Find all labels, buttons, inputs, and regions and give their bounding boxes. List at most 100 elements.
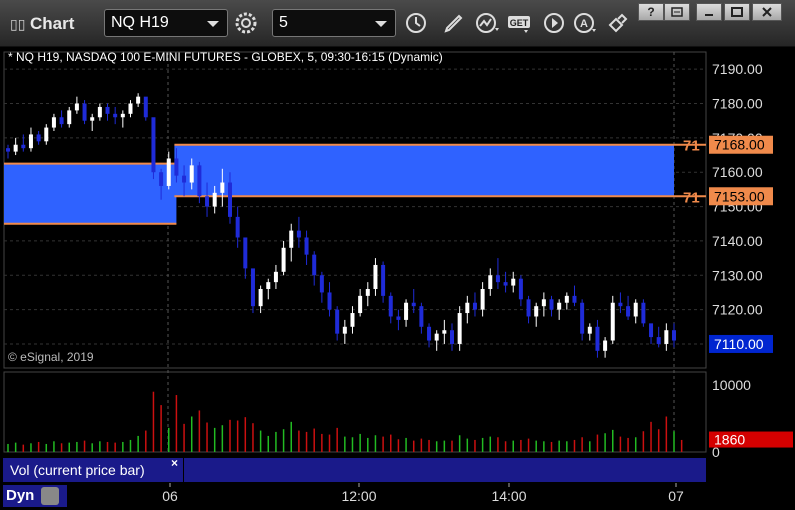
candle-body xyxy=(626,306,631,317)
candle-body xyxy=(174,158,179,176)
candle-body xyxy=(595,326,600,351)
candle-body xyxy=(526,299,531,317)
candle-body xyxy=(381,264,386,296)
candle-body xyxy=(113,113,118,118)
candle-body xyxy=(549,299,554,310)
clock-icon[interactable] xyxy=(402,9,430,37)
price-zone xyxy=(174,144,674,197)
candle-body xyxy=(488,275,493,289)
minimize-icon[interactable] xyxy=(696,3,722,21)
candle-body xyxy=(495,275,500,283)
candle-body xyxy=(373,264,378,289)
last-price-tag: 7110.00 xyxy=(714,336,764,352)
candle-body xyxy=(281,247,286,272)
upper-line-tag: 71 xyxy=(683,138,700,155)
candle-body xyxy=(618,302,623,307)
upper-line-price-tag: 7168.00 xyxy=(714,137,765,153)
candle-body xyxy=(82,103,87,121)
candle-body xyxy=(350,313,355,327)
studies-icon[interactable] xyxy=(474,9,502,37)
candle-body xyxy=(159,172,164,186)
candle-body xyxy=(335,309,340,334)
lower-line-tag: 71 xyxy=(683,189,700,206)
link-icon[interactable] xyxy=(604,9,632,37)
candle-body xyxy=(74,103,79,111)
candle-body xyxy=(587,326,592,334)
candle-body xyxy=(511,278,516,286)
symbol-value: NQ H19 xyxy=(111,14,169,31)
interval-value: 5 xyxy=(279,14,288,31)
candle-body xyxy=(480,289,485,310)
volume-study-label[interactable]: Vol (current price bar) xyxy=(3,458,183,482)
candle-body xyxy=(434,333,439,341)
candle-body xyxy=(67,110,72,125)
get-icon[interactable]: GET xyxy=(506,9,534,37)
candle-body xyxy=(90,117,95,121)
candle-body xyxy=(296,230,301,238)
candle-body xyxy=(258,289,263,307)
candle-body xyxy=(358,295,363,314)
last-volume-tag: 1860 xyxy=(714,432,745,448)
candle-body xyxy=(610,302,615,341)
play-icon[interactable] xyxy=(540,9,568,37)
candle-body xyxy=(289,230,294,248)
candle-body xyxy=(342,326,347,334)
candle-body xyxy=(518,278,523,300)
candle-body xyxy=(388,295,393,317)
candle-body xyxy=(404,302,409,320)
candle-body xyxy=(97,106,102,118)
chart-description: * NQ H19, NASDAQ 100 E-MINI FUTURES - GL… xyxy=(8,50,443,64)
help-icon[interactable]: ? xyxy=(638,3,664,21)
pencil-icon[interactable] xyxy=(440,9,468,37)
chevron-down-icon xyxy=(207,21,219,27)
candle-body xyxy=(319,275,324,293)
candle-body xyxy=(304,237,309,255)
price-tick-label: 7190.00 xyxy=(712,61,763,77)
price-zone xyxy=(4,163,177,224)
svg-text:A: A xyxy=(580,18,588,30)
candle-body xyxy=(557,302,562,310)
volume-label-strip xyxy=(184,458,706,482)
candle-body xyxy=(21,144,26,149)
candle-body xyxy=(327,292,332,310)
symbol-selector[interactable]: NQ H19 xyxy=(104,9,228,37)
grip-icon[interactable]: ▯▯ xyxy=(10,16,25,33)
candle-body xyxy=(36,134,41,142)
time-tick-label: 12:00 xyxy=(341,488,376,504)
price-tick-label: 7180.00 xyxy=(712,96,763,112)
candle-body xyxy=(273,271,278,283)
chart-toolbar: ▯▯ Chart NQ H19 5 GET A ? xyxy=(0,0,795,47)
candle-body xyxy=(365,289,370,296)
candle-body xyxy=(44,127,49,142)
price-chart[interactable]: 7190.007180.007170.007160.007150.007140.… xyxy=(0,46,795,510)
candle-body xyxy=(580,302,585,334)
link-settings-icon[interactable] xyxy=(40,487,59,506)
candle-body xyxy=(656,337,661,344)
candle-body xyxy=(243,237,248,269)
restore-icon[interactable] xyxy=(664,3,690,21)
close-icon[interactable] xyxy=(752,3,782,21)
candle-body xyxy=(136,96,141,104)
candle-body xyxy=(603,340,608,351)
candle-body xyxy=(465,302,470,314)
candle-body xyxy=(503,282,508,286)
candle-body xyxy=(182,175,187,183)
dynamic-mode-button[interactable]: Dyn xyxy=(3,485,67,507)
candle-body xyxy=(59,117,64,125)
alert-icon[interactable]: A xyxy=(572,9,600,37)
candle-body xyxy=(189,165,194,183)
maximize-icon[interactable] xyxy=(724,3,750,21)
candle-body xyxy=(128,103,133,114)
interval-selector[interactable]: 5 xyxy=(272,9,396,37)
time-tick-label: 07 xyxy=(668,488,684,504)
candle-body xyxy=(541,299,546,307)
candle-body xyxy=(672,330,676,341)
candle-body xyxy=(166,158,171,186)
copyright-text: © eSignal, 2019 xyxy=(8,350,94,364)
candle-body xyxy=(419,306,424,327)
candle-body xyxy=(633,302,638,317)
settings-icon[interactable] xyxy=(232,9,260,37)
candle-body xyxy=(28,134,33,149)
close-icon[interactable]: × xyxy=(171,456,178,470)
candle-body xyxy=(143,96,148,118)
